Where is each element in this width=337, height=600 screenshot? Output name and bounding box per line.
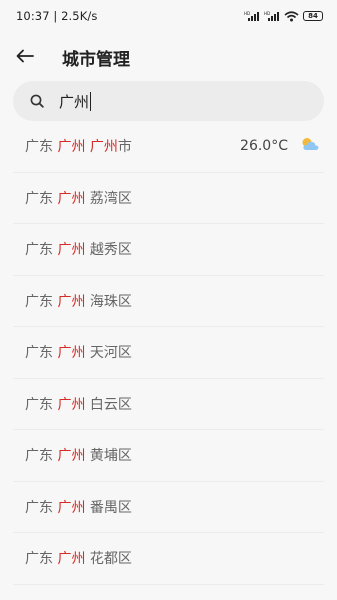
match-highlight: 广州: [57, 551, 86, 568]
list-item[interactable]: 广东 广州 海珠区: [13, 276, 324, 327]
search-input[interactable]: 广州: [59, 91, 92, 112]
match-highlight: 广州: [57, 499, 86, 516]
match-highlight: 广州: [89, 139, 118, 156]
list-item[interactable]: 广东 广州 黄埔区: [13, 430, 324, 482]
status-time-speed: 10:37 | 2.5K/s: [16, 9, 98, 23]
match-highlight: 广州: [57, 139, 86, 156]
district-label: 天河区: [89, 345, 132, 362]
match-highlight: 广州: [57, 190, 86, 207]
signal-hd-icon: HD: [264, 11, 280, 22]
status-bar: 10:37 | 2.5K/s HD HD 84: [0, 0, 337, 32]
wifi-icon: [284, 10, 299, 22]
search-icon: [29, 93, 45, 109]
district-label: 黄埔区: [89, 448, 132, 465]
list-item[interactable]: 广东 广州 越秀区: [13, 224, 324, 276]
status-icons: HD HD 84: [244, 11, 323, 22]
match-highlight: 广州: [57, 345, 86, 362]
match-highlight: 广州: [57, 448, 86, 465]
match-highlight: 广州: [57, 293, 86, 310]
list-item[interactable]: 广东 广州 番禺区: [13, 482, 324, 533]
province-label: 广东: [25, 396, 53, 413]
province-label: 广东: [25, 190, 53, 207]
search-input-value: 广州: [59, 92, 90, 111]
signal-hd-icon: HD: [244, 11, 260, 22]
province-label: 广东: [25, 139, 53, 156]
province-label: 广东: [25, 499, 53, 516]
svg-text:HD: HD: [264, 11, 270, 16]
district-label: 番禺区: [89, 499, 132, 516]
province-label: 广东: [25, 448, 53, 465]
province-label: 广东: [25, 345, 53, 362]
battery-icon: 84: [303, 11, 323, 21]
list-item[interactable]: 广东 广州 花都区: [13, 533, 324, 585]
province-label: 广东: [25, 242, 53, 259]
list-item[interactable]: 广东 广州 广州市 26.0°C: [13, 121, 324, 173]
district-label: 越秀区: [89, 242, 132, 259]
text-caret: [90, 91, 92, 111]
district-label: 白云区: [89, 396, 132, 413]
battery-level: 84: [308, 11, 318, 20]
svg-text:HD: HD: [244, 11, 250, 16]
partly-cloudy-icon: [300, 137, 320, 155]
district-label: 花都区: [89, 551, 132, 568]
district-label: 海珠区: [89, 293, 132, 310]
search-bar[interactable]: 广州: [13, 81, 324, 121]
province-label: 广东: [25, 551, 53, 568]
province-label: 广东: [25, 293, 53, 310]
district-label: 荔湾区: [89, 190, 132, 207]
match-highlight: 广州: [57, 396, 86, 413]
city-suffix: 市: [117, 139, 132, 156]
list-item[interactable]: 广东 广州 荔湾区: [13, 173, 324, 224]
temperature: 26.0°C: [240, 138, 288, 155]
page-title: 城市管理: [62, 49, 130, 70]
arrow-left-icon: [16, 48, 34, 67]
header: 城市管理: [0, 40, 337, 74]
back-button[interactable]: [10, 42, 40, 72]
results-list: 广东 广州 广州市 26.0°C 广东 广州 荔湾区 广东 广州 越秀区 广东 …: [13, 121, 324, 585]
list-item[interactable]: 广东 广州 白云区: [13, 379, 324, 430]
match-highlight: 广州: [57, 242, 86, 259]
list-item[interactable]: 广东 广州 天河区: [13, 327, 324, 379]
